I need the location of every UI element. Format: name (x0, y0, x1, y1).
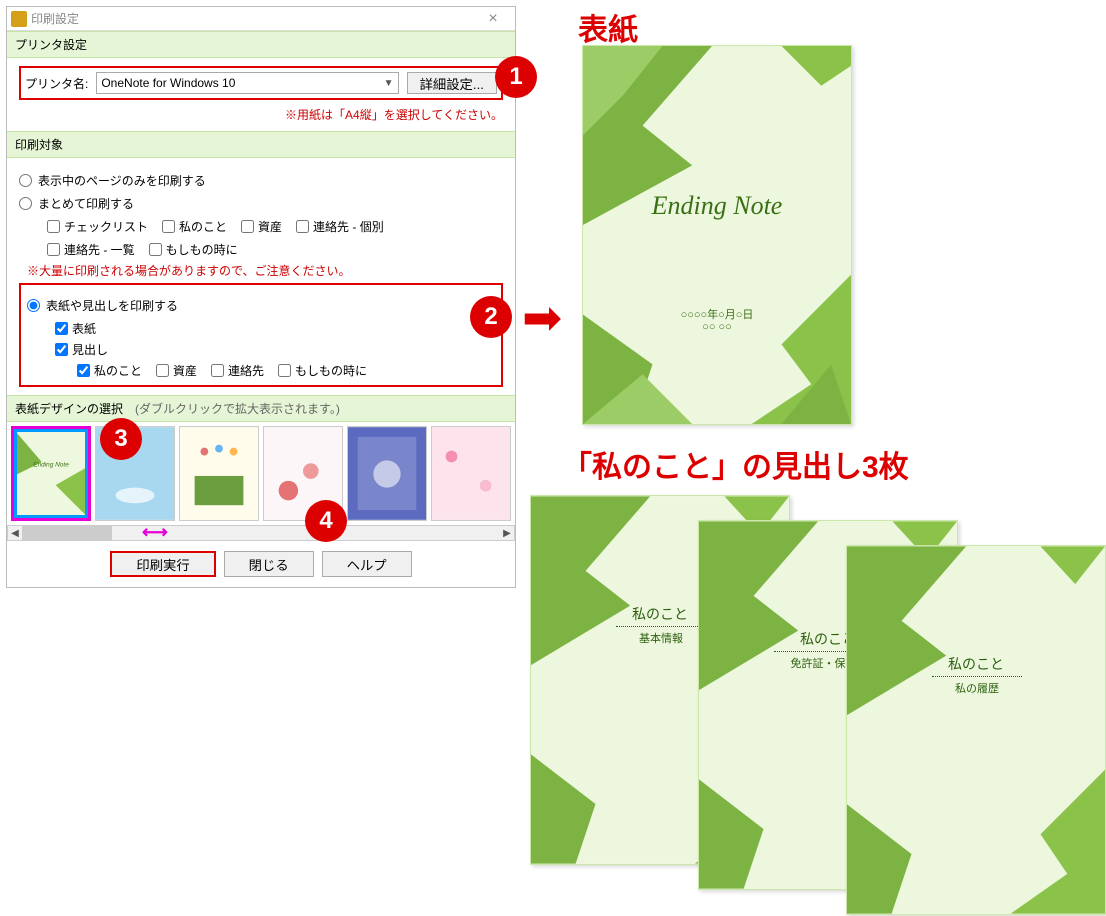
printer-row: プリンタ名: OneNote for Windows 10 ▼ 詳細設定... (19, 66, 503, 100)
chk-emergency[interactable]: もしもの時に (149, 241, 238, 258)
radio-batch-input[interactable] (19, 197, 32, 210)
radio-cover[interactable]: 表紙や見出しを印刷する (27, 297, 495, 314)
badge-3: 3 (100, 418, 142, 460)
printer-select[interactable]: OneNote for Windows 10 ▼ (96, 72, 398, 94)
paper-note: ※用紙は「A4縦」を選択してください。 (19, 106, 503, 123)
close-icon[interactable]: × (475, 9, 511, 29)
chk-contact-list[interactable]: 連絡先 - 一覧 (47, 241, 135, 258)
help-button[interactable]: ヘルプ (322, 551, 412, 577)
radio-current-page-label: 表示中のページのみを印刷する (38, 172, 206, 189)
design-thumb-6[interactable] (431, 426, 511, 521)
design-thumb-3[interactable] (179, 426, 259, 521)
printer-section-header: プリンタ設定 (7, 31, 515, 58)
chk-h-assets[interactable]: 資産 (156, 362, 197, 379)
print-settings-dialog: 印刷設定 × プリンタ設定 プリンタ名: OneNote for Windows… (6, 6, 516, 588)
svg-text:Ending Note: Ending Note (33, 462, 69, 469)
batch-checks: チェックリスト 私のこと 資産 連絡先 - 個別 連絡先 - 一覧 もしもの時に (47, 218, 447, 258)
design-section-label: 表紙デザインの選択 (15, 400, 123, 417)
preview-h3-title: 私のこと (847, 654, 1105, 674)
radio-cover-label: 表紙や見出しを印刷する (46, 297, 178, 314)
printer-section: プリンタ名: OneNote for Windows 10 ▼ 詳細設定... … (7, 58, 515, 131)
app-icon (11, 11, 27, 27)
badge-4: 4 (305, 500, 347, 542)
radio-cover-input[interactable] (27, 299, 40, 312)
close-button[interactable]: 閉じる (224, 551, 314, 577)
preview-h1-sub: 基本情報 (616, 626, 706, 646)
arrow-right-icon: ➡ (522, 290, 562, 346)
radio-batch[interactable]: まとめて印刷する (19, 195, 503, 212)
cover-headings-box: 表紙や見出しを印刷する 表紙 見出し 私のこと 資産 連絡先 もしもの時に (19, 283, 503, 387)
chevron-down-icon: ▼ (384, 78, 394, 89)
design-thumb-1[interactable]: Ending Note (11, 426, 91, 521)
headings-annotation: 「私のこと」の見出し3枚 (562, 442, 909, 486)
scroll-thumb[interactable] (22, 526, 112, 540)
chk-h-myself[interactable]: 私のこと (77, 362, 142, 379)
design-thumbnails: Ending Note (7, 422, 515, 525)
chk-assets[interactable]: 資産 (241, 218, 282, 235)
detail-settings-button[interactable]: 詳細設定... (407, 72, 497, 94)
preview-cover-date: ○○○○年○月○日 (583, 306, 851, 322)
badge-1: 1 (495, 56, 537, 98)
preview-h3-sub: 私の履歴 (932, 676, 1022, 696)
batch-warning: ※大量に印刷される場合がありますので、ご注意ください。 (27, 262, 503, 279)
thumbnail-scrollbar[interactable]: ◀ ⟷ ▶ (7, 525, 515, 541)
titlebar: 印刷設定 × (7, 7, 515, 31)
chk-heading[interactable]: 見出し (55, 341, 495, 358)
scroll-right-icon[interactable]: ▶ (500, 526, 514, 540)
design-section-header: 表紙デザインの選択 (ダブルクリックで拡大表示されます。) (7, 395, 515, 422)
printer-label: プリンタ名: (25, 75, 88, 92)
radio-batch-label: まとめて印刷する (38, 195, 134, 212)
print-button[interactable]: 印刷実行 (110, 551, 215, 577)
chk-checklist[interactable]: チェックリスト (47, 218, 148, 235)
cover-annotation: 表紙 (578, 5, 638, 49)
design-hint: (ダブルクリックで拡大表示されます。) (135, 400, 340, 417)
badge-2: 2 (470, 296, 512, 338)
radio-current-page-input[interactable] (19, 174, 32, 187)
chk-contact-indiv[interactable]: 連絡先 - 個別 (296, 218, 384, 235)
target-section-header: 印刷対象 (7, 131, 515, 158)
scroll-left-icon[interactable]: ◀ (8, 526, 22, 540)
chk-h-contacts[interactable]: 連絡先 (211, 362, 264, 379)
preview-heading-3: 私のこと 私の履歴 (846, 545, 1106, 915)
button-row: 印刷実行 閉じる ヘルプ (7, 541, 515, 587)
radio-current-page[interactable]: 表示中のページのみを印刷する (19, 172, 503, 189)
target-section: 表示中のページのみを印刷する まとめて印刷する チェックリスト 私のこと 資産 … (7, 158, 515, 395)
window-title: 印刷設定 (31, 10, 475, 27)
scroll-track[interactable]: ⟷ (22, 526, 500, 540)
design-thumb-5[interactable] (347, 426, 427, 521)
preview-cover-dots: ○○ ○○ (583, 321, 851, 333)
preview-cover: Ending Note ○○○○年○月○日 ○○ ○○ (582, 45, 852, 425)
chk-h-emergency[interactable]: もしもの時に (278, 362, 367, 379)
chk-myself[interactable]: 私のこと (162, 218, 227, 235)
heading-checks: 私のこと 資産 連絡先 もしもの時に (77, 362, 495, 379)
preview-cover-title: Ending Note (583, 191, 851, 221)
printer-selected: OneNote for Windows 10 (101, 76, 235, 90)
magenta-double-arrow-icon: ⟷ (142, 522, 168, 543)
chk-cover[interactable]: 表紙 (55, 320, 495, 337)
